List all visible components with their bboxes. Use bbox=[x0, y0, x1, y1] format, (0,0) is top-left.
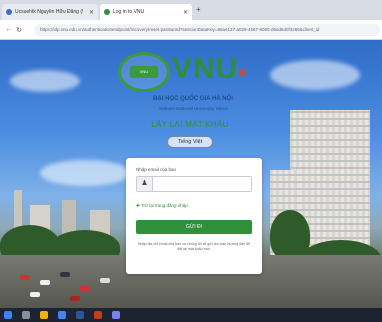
address-bar: ← ↻ https://idp.vnu.edu.vn/authenticatio… bbox=[0, 20, 382, 40]
reload-icon[interactable]: ↻ bbox=[14, 26, 24, 34]
search-icon[interactable] bbox=[22, 311, 30, 319]
background-car bbox=[20, 275, 30, 280]
star-icon: ★ bbox=[236, 64, 249, 80]
browser-tab-bar: Ucsuehtk Nguyễn Hữu Đăng (! ✕ Log in to … bbox=[0, 0, 382, 20]
password-recovery-card: Nhập email của bạn ♟ ✚ Trở lại trang đăn… bbox=[126, 158, 262, 274]
tab-label: Log in to VNU bbox=[113, 9, 145, 15]
tab-favicon-icon bbox=[104, 9, 110, 15]
back-arrow-icon[interactable]: ← bbox=[4, 26, 14, 33]
instruction-note: Nhập địa chỉ email của bạn và chúng tôi … bbox=[137, 242, 251, 251]
tab-favicon-icon bbox=[6, 9, 12, 15]
browser-tab-2[interactable]: Log in to VNU ✕ bbox=[100, 4, 192, 20]
background-car bbox=[70, 296, 80, 301]
background-cloud bbox=[270, 60, 360, 90]
logo-wordmark: VNU bbox=[172, 52, 239, 85]
start-icon[interactable] bbox=[4, 311, 12, 319]
email-input[interactable] bbox=[153, 177, 251, 191]
word-icon[interactable] bbox=[76, 311, 84, 319]
logo-subtitle-vi: ĐẠI HỌC QUỐC GIA HÀ NỘI bbox=[153, 96, 233, 102]
language-button[interactable]: Tiếng Việt bbox=[167, 136, 213, 148]
back-to-login-label: Trở lại trang đăng nhập bbox=[140, 203, 188, 208]
email-field-wrapper: ♟ bbox=[136, 176, 252, 192]
close-tab-icon[interactable]: ✕ bbox=[183, 9, 188, 16]
browser-icon[interactable] bbox=[58, 311, 66, 319]
os-taskbar bbox=[0, 308, 382, 322]
background-cloud bbox=[40, 160, 130, 186]
background-car bbox=[40, 280, 50, 285]
teams-icon[interactable] bbox=[112, 311, 120, 319]
submit-button[interactable]: GỬI ĐI bbox=[136, 220, 252, 234]
logo-emblem: VNU bbox=[118, 52, 170, 92]
email-label: Nhập email của bạn bbox=[136, 167, 177, 172]
logo-emblem-text: VNU bbox=[130, 66, 158, 78]
close-tab-icon[interactable]: ✕ bbox=[89, 9, 94, 16]
background-car bbox=[80, 286, 90, 291]
background-car bbox=[30, 292, 40, 297]
page-background: VNU VNU ★ ĐẠI HỌC QUỐC GIA HÀ NỘI Vietna… bbox=[0, 40, 382, 308]
browser-tab-1[interactable]: Ucsuehtk Nguyễn Hữu Đăng (! ✕ bbox=[2, 4, 98, 20]
powerpoint-icon[interactable] bbox=[94, 311, 102, 319]
background-car bbox=[100, 278, 110, 283]
background-car bbox=[60, 272, 70, 277]
user-icon: ♟ bbox=[137, 177, 153, 191]
vnu-logo: VNU VNU ★ ĐẠI HỌC QUỐC GIA HÀ NỘI Vietna… bbox=[118, 52, 268, 120]
page-title: LẤY LẠI MẬT KHẨU bbox=[151, 120, 229, 129]
tab-label: Ucsuehtk Nguyễn Hữu Đăng (! bbox=[15, 9, 84, 15]
logo-subtitle-en: Vietnam National University, Hanoi bbox=[158, 106, 228, 111]
folder-icon[interactable] bbox=[40, 311, 48, 319]
background-cloud bbox=[10, 70, 80, 92]
back-to-login-link[interactable]: ✚ Trở lại trang đăng nhập bbox=[136, 203, 188, 209]
url-field[interactable]: https://idp.vnu.edu.vn/authenticationend… bbox=[34, 24, 380, 36]
new-tab-button[interactable]: + bbox=[196, 5, 201, 14]
